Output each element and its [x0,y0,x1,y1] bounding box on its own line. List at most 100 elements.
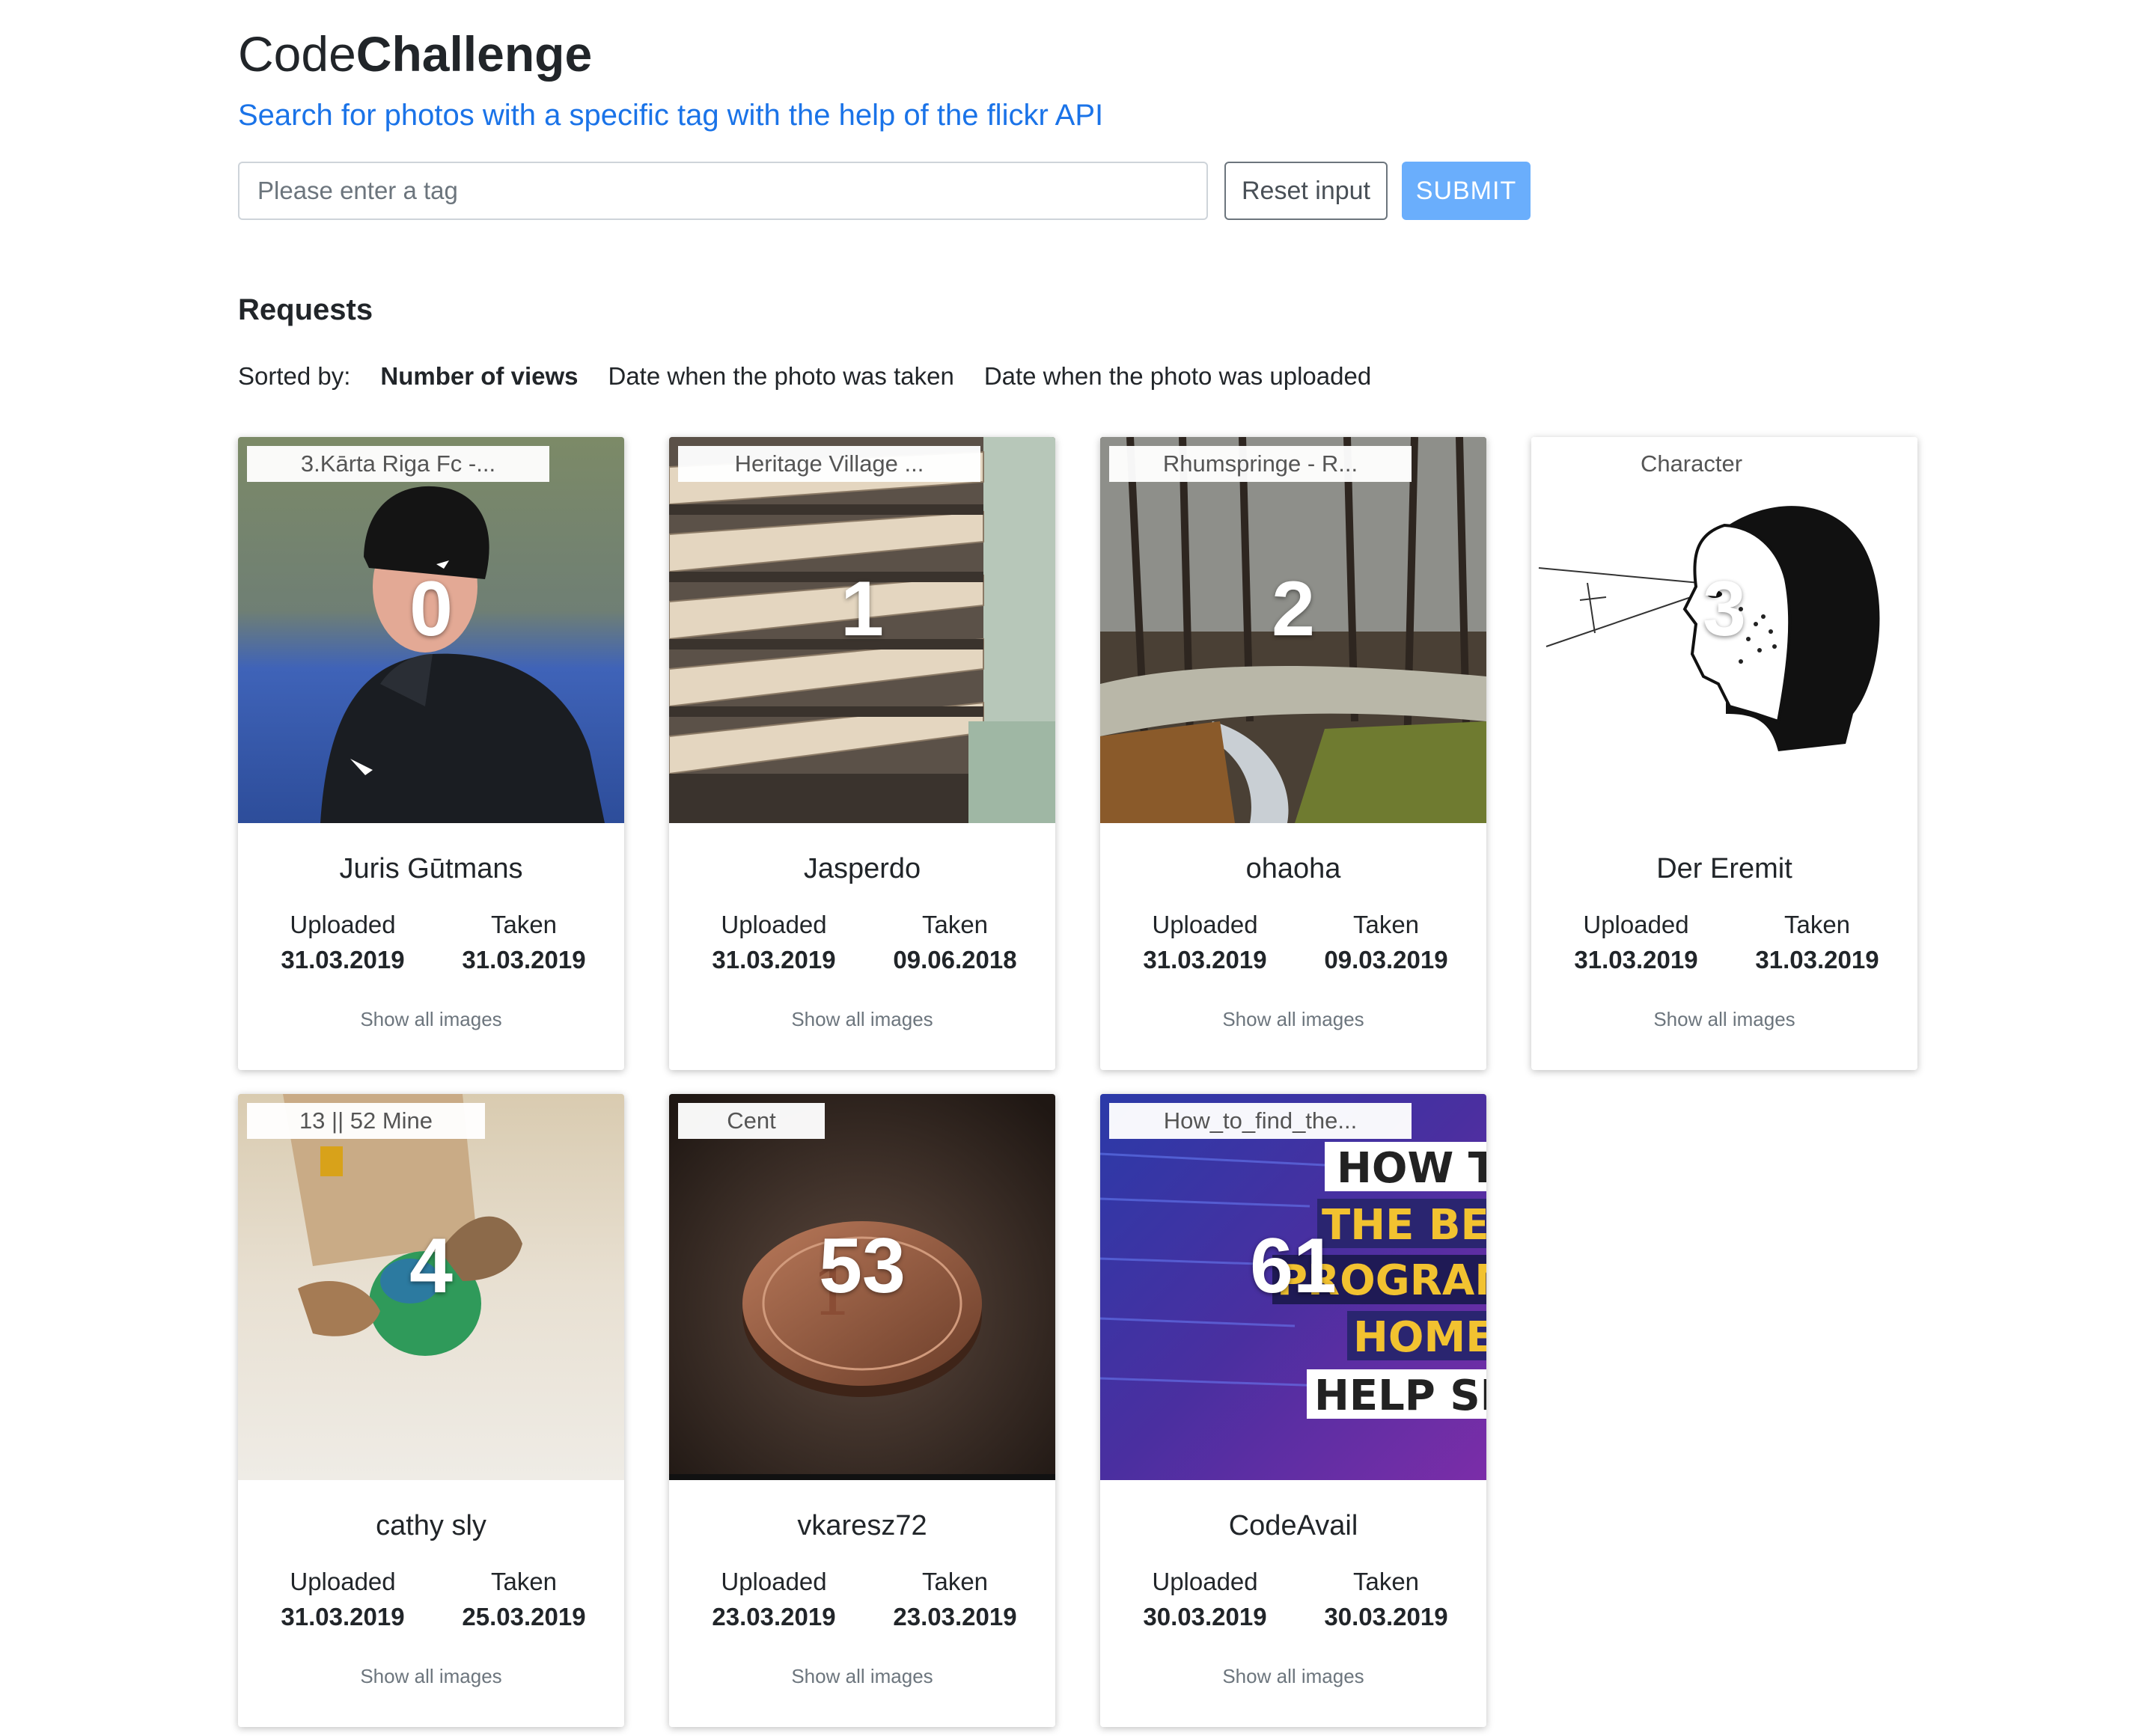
sort-option-uploaded-date[interactable]: Date when the photo was uploaded [984,362,1371,391]
reset-input-button[interactable]: Reset input [1224,162,1388,220]
photo-card[interactable]: Rhumspringe - R... 2 ohaoha Uploaded 31.… [1100,437,1486,1070]
uploaded-info: Uploaded 23.03.2019 [692,1565,856,1636]
promo-line-4: HOMEW [1353,1313,1486,1362]
owner-name: vkaresz72 [797,1510,927,1541]
tag-search-input[interactable] [238,162,1208,220]
taken-info: Taken 31.03.2019 [1735,908,1899,979]
photo-thumbnail[interactable]: Rhumspringe - R... 2 [1100,437,1486,823]
taken-info: Taken 09.06.2018 [873,908,1037,979]
uploaded-label: Uploaded [290,911,396,938]
uploaded-date: 23.03.2019 [712,1603,836,1630]
submit-button[interactable]: SUBMIT [1402,162,1531,220]
photo-thumbnail[interactable]: Character 3 [1531,437,1917,823]
uploaded-info: Uploaded 31.03.2019 [692,908,856,979]
uploaded-date: 30.03.2019 [1143,1603,1267,1630]
photo-thumbnail[interactable]: HOW TO THE BES PROGRAM HOMEW HELP SE How… [1100,1094,1486,1480]
taken-label: Taken [921,911,989,938]
taken-info: Taken 30.03.2019 [1304,1565,1468,1636]
uploaded-label: Uploaded [721,1568,827,1595]
photo-card[interactable]: 13 || 52 Mine 4 cathy sly Uploaded 31.03… [238,1094,624,1727]
uploaded-info: Uploaded 31.03.2019 [260,908,425,979]
taken-date: 31.03.2019 [1755,946,1879,974]
uploaded-info: Uploaded 31.03.2019 [260,1565,425,1636]
sort-option-taken-date[interactable]: Date when the photo was taken [608,362,954,391]
owner-name: cathy sly [376,1510,486,1541]
uploaded-label: Uploaded [290,1568,396,1595]
taken-label: Taken [490,911,558,938]
photo-title-badge: Rhumspringe - R... [1109,446,1412,482]
view-count: 53 [819,1223,906,1309]
taken-date: 30.03.2019 [1324,1603,1448,1630]
page-title: CodeChallenge [238,22,592,85]
show-all-images-link[interactable]: Show all images [238,1663,624,1690]
brand-bold: Challenge [356,26,593,82]
photo-title-badge: Cent [678,1103,825,1139]
show-all-images-link[interactable]: Show all images [1100,1006,1486,1033]
owner-name: ohaoha [1245,853,1341,884]
owner-name: Juris Gūtmans [339,853,523,884]
photo-card[interactable]: Character 3 Der Eremit Uploaded 31.03.20… [1531,437,1917,1070]
brand-light: Code [238,26,356,82]
owner-name: Jasperdo [803,853,921,884]
taken-date: 09.03.2019 [1324,946,1448,974]
taken-info: Taken 23.03.2019 [873,1565,1037,1636]
uploaded-date: 31.03.2019 [712,946,836,974]
photo-thumbnail[interactable]: 13 || 52 Mine 4 [238,1094,624,1480]
photo-thumbnail[interactable]: 3.Kārta Riga Fc -... 0 [238,437,624,823]
photo-title-badge: 13 || 52 Mine [247,1103,485,1139]
view-count: 3 [1703,566,1746,652]
photo-title-badge: Heritage Village ... [678,446,980,482]
show-all-images-link[interactable]: Show all images [669,1006,1055,1033]
show-all-images-link[interactable]: Show all images [1531,1006,1917,1033]
taken-label: Taken [1352,911,1420,938]
uploaded-date: 31.03.2019 [281,946,405,974]
taken-date: 23.03.2019 [893,1603,1017,1630]
uploaded-date: 31.03.2019 [281,1603,405,1630]
sort-option-views[interactable]: Number of views [380,362,578,391]
photo-title-badge: Character [1640,450,1743,477]
view-count: 4 [409,1223,453,1309]
photo-title-badge: How_to_find_the... [1109,1103,1412,1139]
view-count: 0 [409,566,453,652]
uploaded-label: Uploaded [1583,911,1689,938]
uploaded-date: 31.03.2019 [1143,946,1267,974]
show-all-images-link[interactable]: Show all images [1100,1663,1486,1690]
taken-info: Taken 09.03.2019 [1304,908,1468,979]
sort-bar: Sorted by: Number of views Date when the… [238,358,1401,395]
taken-label: Taken [1783,911,1851,938]
photo-card[interactable]: Heritage Village ... 1 Jasperdo Uploaded… [669,437,1055,1070]
uploaded-label: Uploaded [1152,911,1258,938]
photo-thumbnail[interactable]: 1 Cent 53 [669,1094,1055,1480]
photo-card[interactable]: HOW TO THE BES PROGRAM HOMEW HELP SE How… [1100,1094,1486,1727]
promo-line-1: HOW TO [1337,1144,1486,1193]
photo-thumbnail[interactable]: Heritage Village ... 1 [669,437,1055,823]
owner-name: CodeAvail [1228,1510,1358,1541]
taken-label: Taken [490,1568,558,1595]
taken-date: 31.03.2019 [462,946,586,974]
uploaded-label: Uploaded [721,911,827,938]
uploaded-label: Uploaded [1152,1568,1258,1595]
uploaded-date: 31.03.2019 [1574,946,1698,974]
requests-heading: Requests [238,293,373,326]
uploaded-info: Uploaded 31.03.2019 [1554,908,1718,979]
taken-info: Taken 31.03.2019 [442,908,606,979]
taken-label: Taken [921,1568,989,1595]
page-subtitle: Search for photos with a specific tag wi… [238,99,1104,132]
uploaded-info: Uploaded 31.03.2019 [1123,908,1287,979]
photo-card[interactable]: 1 Cent 53 vkaresz72 Uploaded 23.03.2019 … [669,1094,1055,1727]
taken-label: Taken [1352,1568,1420,1595]
show-all-images-link[interactable]: Show all images [669,1663,1055,1690]
promo-line-5: HELP SE [1314,1372,1486,1420]
owner-name: Der Eremit [1656,853,1792,884]
show-all-images-link[interactable]: Show all images [238,1006,624,1033]
taken-date: 09.06.2018 [893,946,1017,974]
photo-card[interactable]: 3.Kārta Riga Fc -... 0 Juris Gūtmans Upl… [238,437,624,1070]
taken-info: Taken 25.03.2019 [442,1565,606,1636]
photo-title-badge: 3.Kārta Riga Fc -... [247,446,549,482]
sort-label: Sorted by: [238,362,351,390]
view-count: 61 [1250,1223,1337,1309]
view-count: 1 [840,566,884,652]
view-count: 2 [1272,566,1315,652]
taken-date: 25.03.2019 [462,1603,586,1630]
uploaded-info: Uploaded 30.03.2019 [1123,1565,1287,1636]
